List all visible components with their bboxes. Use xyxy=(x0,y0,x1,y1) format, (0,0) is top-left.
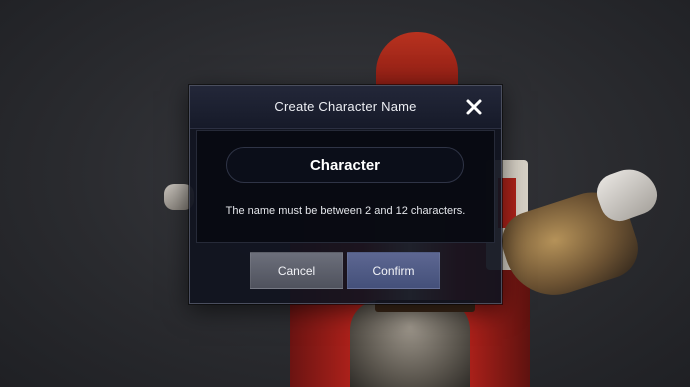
cancel-button[interactable]: Cancel xyxy=(250,252,343,289)
name-length-hint: The name must be between 2 and 12 charac… xyxy=(225,205,466,217)
game-screen: Create Character Name The name must be b… xyxy=(0,0,690,387)
character-armor xyxy=(350,300,470,387)
dialog-header: Create Character Name xyxy=(190,86,501,129)
confirm-button[interactable]: Confirm xyxy=(347,252,440,289)
close-button[interactable] xyxy=(464,97,484,117)
create-name-dialog: Create Character Name The name must be b… xyxy=(189,85,502,304)
close-icon xyxy=(466,99,482,115)
character-name-input[interactable] xyxy=(226,147,464,183)
dialog-title: Create Character Name xyxy=(274,99,417,114)
dialog-body: The name must be between 2 and 12 charac… xyxy=(196,130,495,243)
